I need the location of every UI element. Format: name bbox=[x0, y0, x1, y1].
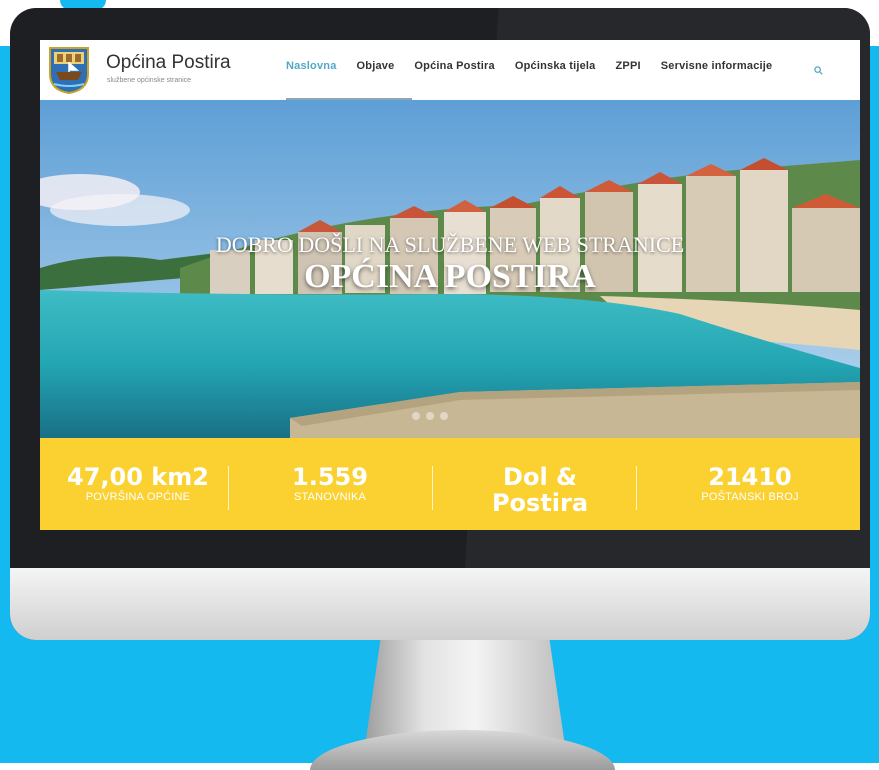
nav-item-naslovna[interactable]: Naslovna bbox=[286, 60, 337, 80]
nav-item-servisne-informacije[interactable]: Servisne informacije bbox=[661, 60, 773, 80]
coat-of-arms-icon[interactable] bbox=[48, 46, 90, 94]
stat-divider bbox=[228, 466, 229, 510]
stat-population-label: STANOVNIKA bbox=[293, 491, 367, 503]
hero-slider[interactable]: DOBRO DOŠLI NA SLUŽBENE WEB STRANICE OPĆ… bbox=[40, 100, 860, 438]
nav-item-zppi[interactable]: ZPPI bbox=[616, 60, 641, 80]
stat-divider bbox=[432, 466, 433, 510]
stat-population-value: 1.559 bbox=[292, 463, 368, 491]
nav-item-opcina-postira[interactable]: Općina Postira bbox=[414, 60, 494, 80]
stat-area-value: 47,00 km2 bbox=[67, 463, 209, 491]
site-subtitle: službene općinske stranice bbox=[107, 77, 192, 84]
stat-settlements: Dol & Postira bbox=[460, 464, 620, 516]
stat-postal-code: 21410 POŠTANSKI BROJ bbox=[660, 464, 840, 504]
stat-population: 1.559 STANOVNIKA bbox=[250, 464, 410, 504]
slider-dot[interactable] bbox=[412, 412, 420, 420]
slider-dots bbox=[412, 412, 448, 420]
slider-dot[interactable] bbox=[440, 412, 448, 420]
nav-item-opcinska-tijela[interactable]: Općinska tijela bbox=[515, 60, 596, 80]
stat-settlements-value: Dol & Postira bbox=[491, 463, 589, 517]
site-title[interactable]: Općina Postira bbox=[106, 52, 231, 74]
nav-item-objave[interactable]: Objave bbox=[357, 60, 395, 80]
monitor-chin bbox=[10, 568, 870, 640]
search-icon[interactable] bbox=[814, 66, 823, 75]
browser-screen: Općina Postira službene općinske stranic… bbox=[40, 40, 860, 530]
stats-bar: 47,00 km2 POVRŠINA OPĆINE 1.559 STANOVNI… bbox=[40, 438, 860, 530]
stat-area-label: POVRŠINA OPĆINE bbox=[85, 491, 191, 503]
site-header: Općina Postira službene općinske stranic… bbox=[40, 40, 860, 101]
stat-divider bbox=[636, 466, 637, 510]
stat-postal-code-value: 21410 bbox=[708, 463, 792, 491]
stat-postal-code-label: POŠTANSKI BROJ bbox=[701, 491, 799, 503]
hero-welcome-text: DOBRO DOŠLI NA SLUŽBENE WEB STRANICE bbox=[215, 232, 685, 257]
hero-title: OPĆINA POSTIRA bbox=[304, 258, 596, 295]
slider-dot[interactable] bbox=[426, 412, 434, 420]
stat-area: 47,00 km2 POVRŠINA OPĆINE bbox=[48, 464, 228, 504]
main-nav: Naslovna Objave Općina Postira Općinska … bbox=[286, 60, 792, 80]
